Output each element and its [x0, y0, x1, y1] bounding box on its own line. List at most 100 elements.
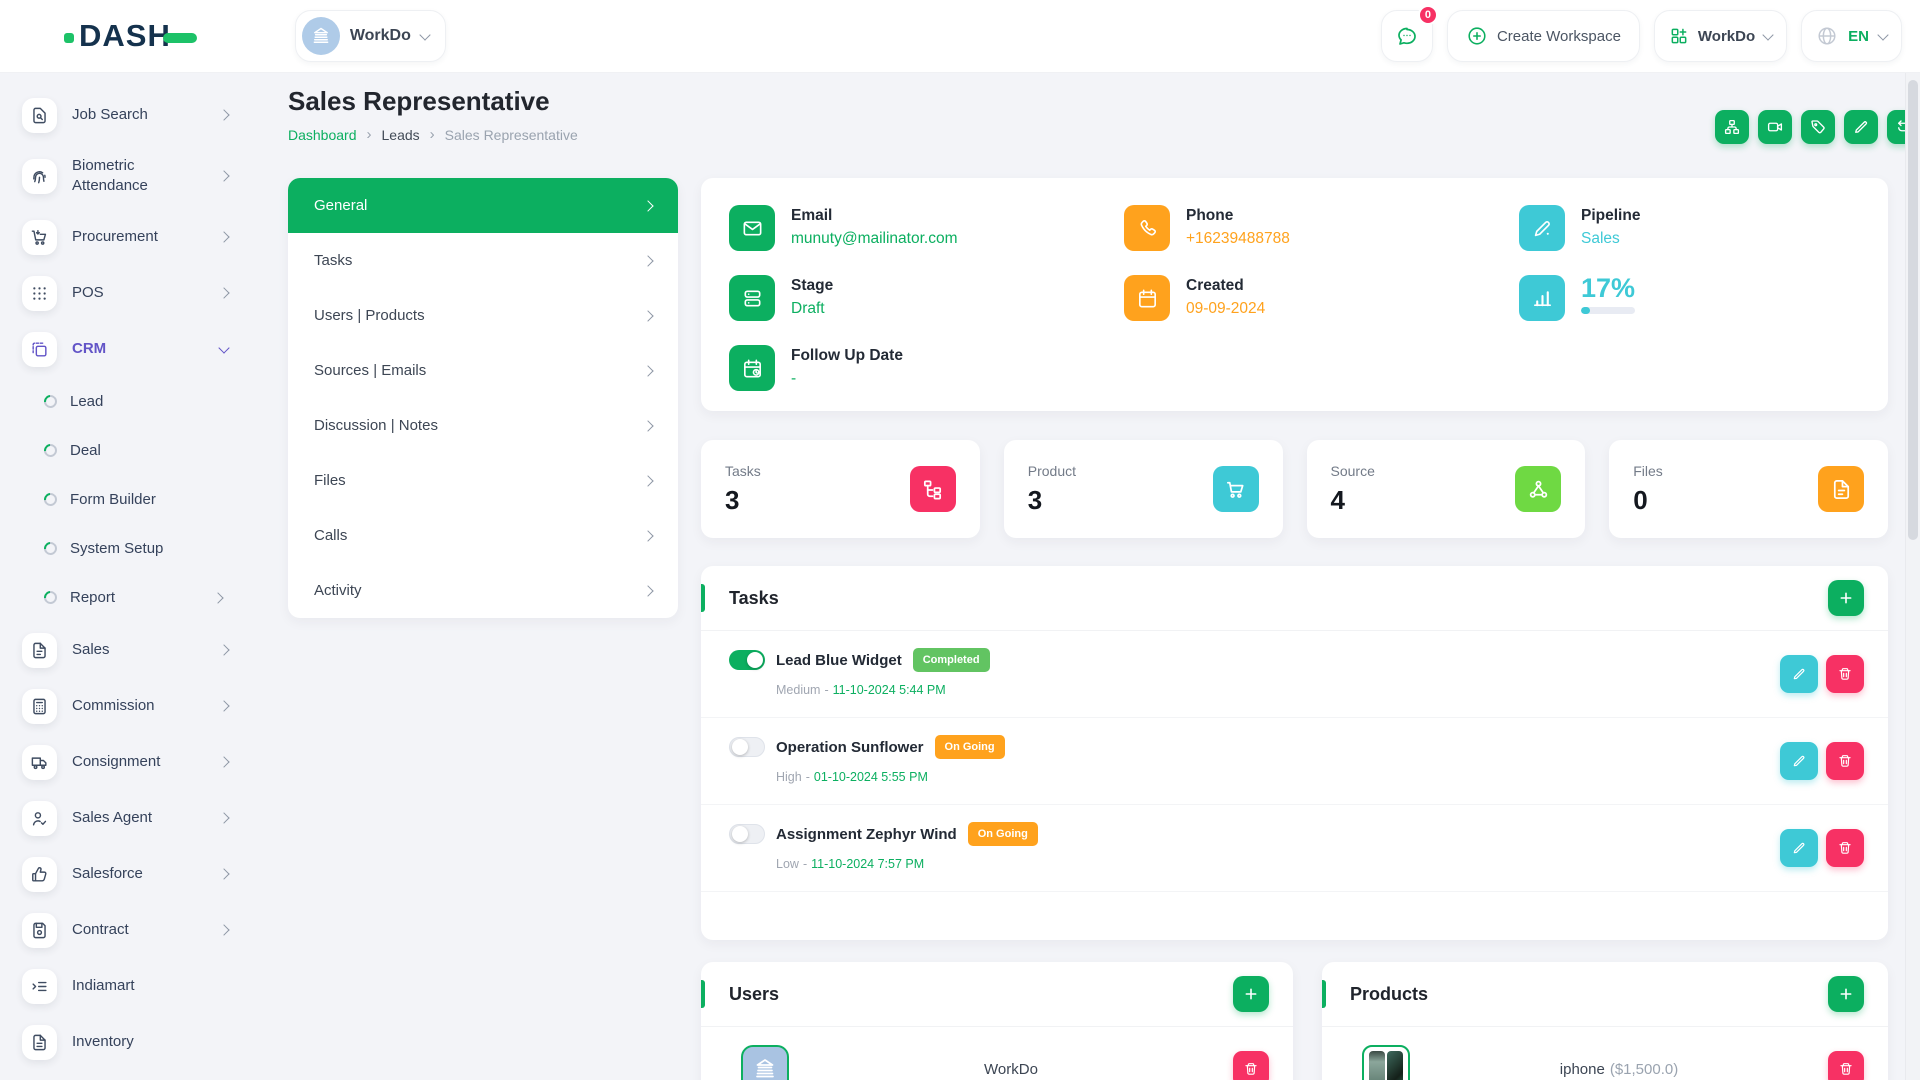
- delete-task-button[interactable]: [1826, 655, 1864, 693]
- tab-calls[interactable]: Calls: [288, 508, 678, 563]
- field-label: Email: [791, 205, 958, 225]
- sitemap-icon: [1723, 118, 1741, 136]
- list-tree-icon: [910, 466, 956, 512]
- email-value[interactable]: munuty@mailinator.com: [791, 230, 958, 248]
- sidebar-subitem-lead[interactable]: Lead: [0, 377, 260, 426]
- chevron-right-icon: [642, 310, 653, 321]
- phone-field: Phone +16239488788: [1124, 205, 1519, 251]
- indent-icon: [22, 969, 57, 1004]
- user-row: WorkDo: [701, 1027, 1293, 1080]
- progress-percent: 17%: [1581, 275, 1635, 301]
- stat-card-source: Source 4: [1307, 440, 1586, 538]
- follow-up-field: Follow Up Date -: [729, 345, 1124, 391]
- users-header: Users: [701, 962, 1293, 1027]
- sidebar-item-job-search[interactable]: Job Search: [0, 87, 260, 143]
- sidebar-subitem-system-setup[interactable]: System Setup: [0, 524, 260, 573]
- delete-product-button[interactable]: [1828, 1051, 1864, 1080]
- sidebar-item-indiamart[interactable]: Indiamart: [0, 958, 260, 1014]
- plus-circle-icon: [1466, 25, 1488, 47]
- sidebar-item-sales[interactable]: Sales: [0, 622, 260, 678]
- scrollbar-thumb[interactable]: [1908, 80, 1918, 540]
- inventory-file-icon: [22, 1025, 57, 1060]
- crm-icon: [22, 332, 57, 367]
- tab-files[interactable]: Files: [288, 453, 678, 508]
- tab-users-products[interactable]: Users | Products: [288, 288, 678, 343]
- sidebar-subitem-form-builder[interactable]: Form Builder: [0, 475, 260, 524]
- sidebar-item-sales-agent[interactable]: Sales Agent: [0, 790, 260, 846]
- delete-task-button[interactable]: [1826, 742, 1864, 780]
- task-toggle[interactable]: [729, 824, 765, 844]
- pencil-icon: [1852, 118, 1870, 136]
- product-name: iphone($1,500.0): [1410, 1061, 1828, 1078]
- calendar-icon: [1124, 275, 1170, 321]
- sidebar-item-label: Form Builder: [70, 490, 202, 510]
- video-call-button[interactable]: [1758, 110, 1792, 144]
- chevron-right-icon: [642, 200, 653, 211]
- field-label: Follow Up Date: [791, 345, 903, 365]
- sidebar-item-pos[interactable]: POS: [0, 265, 260, 321]
- sidebar-item-label: Sales: [72, 640, 204, 660]
- labels-button[interactable]: [1801, 110, 1835, 144]
- sidebar-item-label: Report: [70, 588, 202, 608]
- user-avatar: [741, 1045, 789, 1080]
- breadcrumb-separator: ›: [430, 126, 435, 143]
- sidebar-item-consignment[interactable]: Consignment: [0, 734, 260, 790]
- chevron-right-icon: [212, 592, 223, 603]
- workdo-apps-dropdown[interactable]: WorkDo: [1654, 10, 1787, 62]
- task-priority: High: [776, 770, 802, 784]
- chat-notifications-button[interactable]: 0: [1381, 10, 1433, 62]
- convert-to-deal-button[interactable]: [1715, 110, 1749, 144]
- breadcrumb-leads-link[interactable]: Leads: [382, 127, 420, 143]
- sidebar-subitem-report[interactable]: Report: [0, 573, 260, 622]
- add-product-button[interactable]: [1828, 976, 1864, 1012]
- sidebar-item-procurement[interactable]: Procurement: [0, 209, 260, 265]
- task-toggle[interactable]: [729, 650, 765, 670]
- sidebar-item-salesforce[interactable]: Salesforce: [0, 846, 260, 902]
- email-field: Email munuty@mailinator.com: [729, 205, 1124, 251]
- sidebar-item-crm[interactable]: CRM: [0, 321, 260, 377]
- edit-task-button[interactable]: [1780, 655, 1818, 693]
- add-user-button[interactable]: [1233, 976, 1269, 1012]
- stats-row: Tasks 3 Product 3 Source 4 Files 0: [701, 440, 1888, 538]
- add-task-button[interactable]: [1828, 580, 1864, 616]
- stat-label: Files: [1633, 463, 1663, 479]
- task-toggle[interactable]: [729, 737, 765, 757]
- workspace-building-icon: [302, 17, 340, 55]
- tab-general[interactable]: General: [288, 178, 678, 233]
- edit-task-button[interactable]: [1780, 742, 1818, 780]
- tab-discussion-notes[interactable]: Discussion | Notes: [288, 398, 678, 453]
- chevron-right-icon: [218, 287, 229, 298]
- language-selector[interactable]: EN: [1801, 10, 1902, 62]
- procurement-cart-icon: [22, 220, 57, 255]
- sidebar-item-biometric-attendance[interactable]: Biometric Attendance: [0, 143, 260, 209]
- sidebar-item-label: Indiamart: [72, 976, 204, 996]
- sidebar-subitem-deal[interactable]: Deal: [0, 426, 260, 475]
- task-meta-separator: -: [824, 683, 828, 697]
- workspace-name: WorkDo: [350, 27, 411, 45]
- pipeline-field: Pipeline Sales: [1519, 205, 1849, 251]
- sidebar-item-contract[interactable]: Contract: [0, 902, 260, 958]
- create-workspace-button[interactable]: Create Workspace: [1447, 10, 1640, 62]
- delete-task-button[interactable]: [1826, 829, 1864, 867]
- sidebar-item-inventory[interactable]: Inventory: [0, 1014, 260, 1070]
- task-name: Operation Sunflower: [776, 739, 924, 756]
- workspace-selector[interactable]: WorkDo: [295, 10, 446, 62]
- page-title: Sales Representative: [288, 86, 578, 117]
- bullet-icon: [41, 588, 59, 606]
- task-row-actions: [1780, 655, 1864, 693]
- edit-button[interactable]: [1844, 110, 1878, 144]
- vertical-scrollbar[interactable]: [1905, 72, 1920, 1080]
- tab-sources-emails[interactable]: Sources | Emails: [288, 343, 678, 398]
- dash-logo[interactable]: DASH: [64, 18, 197, 54]
- task-row: Operation Sunflower On Going High-01-10-…: [701, 718, 1888, 805]
- breadcrumb-dashboard-link[interactable]: Dashboard: [288, 127, 357, 143]
- section-accent-bar: [1322, 980, 1326, 1008]
- menu-item-label: Tasks: [314, 252, 352, 269]
- delete-user-button[interactable]: [1233, 1051, 1269, 1080]
- sidebar-item-commission[interactable]: Commission: [0, 678, 260, 734]
- tab-tasks[interactable]: Tasks: [288, 233, 678, 288]
- edit-task-button[interactable]: [1780, 829, 1818, 867]
- menu-item-label: Sources | Emails: [314, 362, 426, 379]
- tab-activity[interactable]: Activity: [288, 563, 678, 618]
- phone-value[interactable]: +16239488788: [1186, 230, 1290, 248]
